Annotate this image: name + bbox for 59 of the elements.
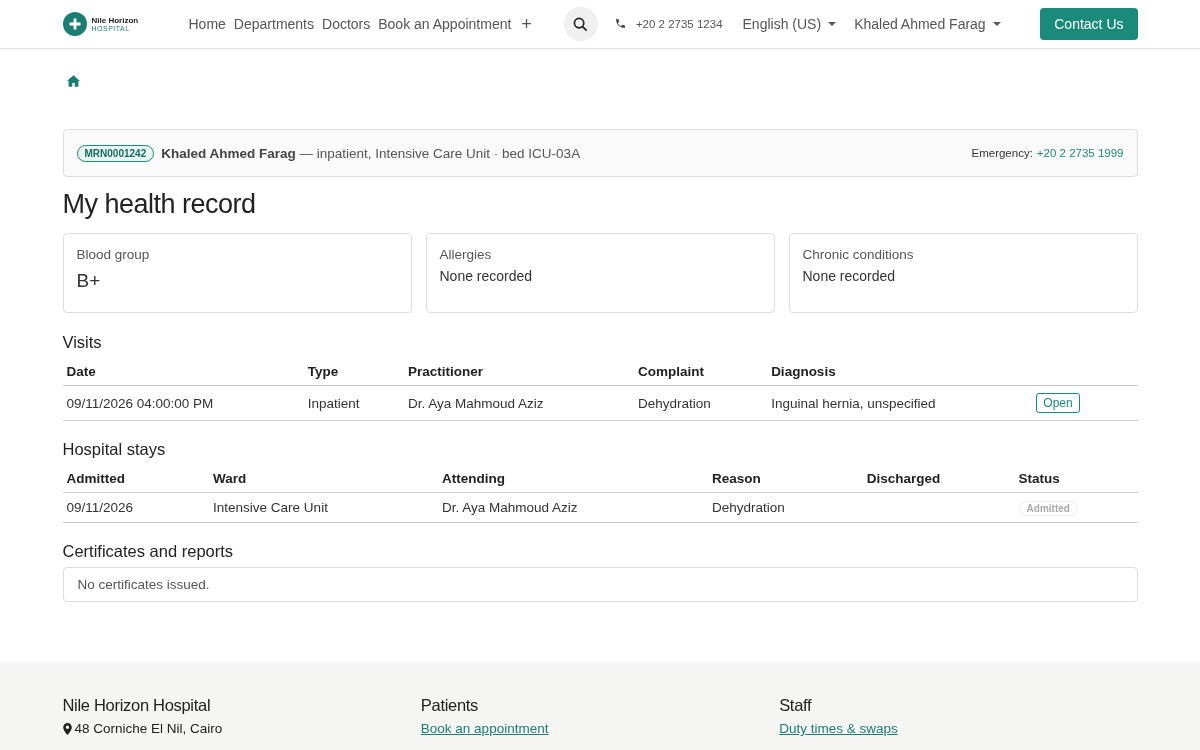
table-cell: Dehydration <box>712 500 785 515</box>
column-header: Admitted <box>62 465 210 493</box>
card-label: Chronic conditions <box>802 247 914 262</box>
card-label: Blood group <box>76 247 150 262</box>
caret-icon <box>828 22 837 26</box>
patient-info: Khaled Ahmed Farag — inpatient, Intensive Care Unit · bed ICU-03A <box>161 145 581 161</box>
table-cell: Dr. Aya Mahmoud Aziz <box>404 385 634 421</box>
location-pin-icon <box>62 722 72 735</box>
page-title: My health record <box>62 189 257 220</box>
emergency-phone-link[interactable]: +20 2 2735 1999 <box>1036 147 1124 159</box>
phone-number: +20 2 2735 1234 <box>635 18 723 30</box>
card-value: B+ <box>76 270 101 292</box>
table-cell: 09/11/2026 <box>66 500 134 515</box>
nav-link[interactable]: Home <box>184 16 230 32</box>
card-label: Allergies <box>439 247 492 262</box>
search-button[interactable] <box>563 7 598 41</box>
card-value: None recorded <box>439 268 533 284</box>
contact-button[interactable]: Contact Us <box>1040 8 1138 40</box>
table-cell: Dehydration <box>633 385 768 421</box>
nav-link[interactable]: Departments <box>229 16 318 32</box>
column-header: Attending <box>438 465 709 493</box>
column-header: Reason <box>708 465 863 493</box>
footer-heading: Staff <box>779 696 812 715</box>
empty-message: No certificates issued. <box>62 567 1138 602</box>
card-value: None recorded <box>802 268 896 284</box>
search-icon <box>573 16 589 32</box>
cross-logo-icon <box>62 12 87 36</box>
language-dropdown[interactable]: English (US) <box>742 16 837 32</box>
table-cell: Dr. Aya Mahmoud Aziz <box>442 500 578 515</box>
phone-icon <box>613 18 626 30</box>
table-cell: 09/11/2026 04:00:00 PM <box>62 385 304 421</box>
section-title: Visits <box>62 333 103 352</box>
table-cell: Inpatient <box>303 385 404 421</box>
home-icon[interactable] <box>66 75 80 87</box>
column-header: Type <box>303 358 404 386</box>
footer-heading: Patients <box>420 696 479 715</box>
caret-icon <box>992 22 1001 26</box>
open-button[interactable]: Open <box>1036 393 1080 413</box>
section-title: Hospital stays <box>62 440 167 459</box>
column-header: Discharged <box>862 465 1015 493</box>
footer-link[interactable]: Duty times & swaps <box>779 721 898 736</box>
footer-address: 48 Corniche El Nil, Cairo <box>74 721 223 736</box>
more-link[interactable]: + <box>517 13 536 35</box>
user-dropdown[interactable]: Khaled Ahmed Farag <box>854 16 1001 32</box>
section-title: Certificates and reports <box>62 542 235 561</box>
table-cell: Intensive Care Unit <box>213 500 328 515</box>
column-header: Ward <box>209 465 438 493</box>
footer-link[interactable]: Book an appointment <box>420 721 549 736</box>
column-header: Date <box>62 358 304 386</box>
emergency-label: Emergency: <box>971 147 1033 159</box>
mrn-badge: MRN0001242 <box>76 144 155 162</box>
nav-link[interactable]: Doctors <box>318 16 375 32</box>
column-header: Diagnosis <box>767 358 1043 386</box>
column-header: Status <box>1014 465 1138 493</box>
footer-heading: Nile Horizon Hospital <box>62 696 211 715</box>
column-header: Practitioner <box>404 358 634 386</box>
logo-name: Nile Horizon <box>91 16 139 25</box>
column-header: Complaint <box>633 358 768 386</box>
nav-link[interactable]: Book an Appointment <box>374 16 516 32</box>
